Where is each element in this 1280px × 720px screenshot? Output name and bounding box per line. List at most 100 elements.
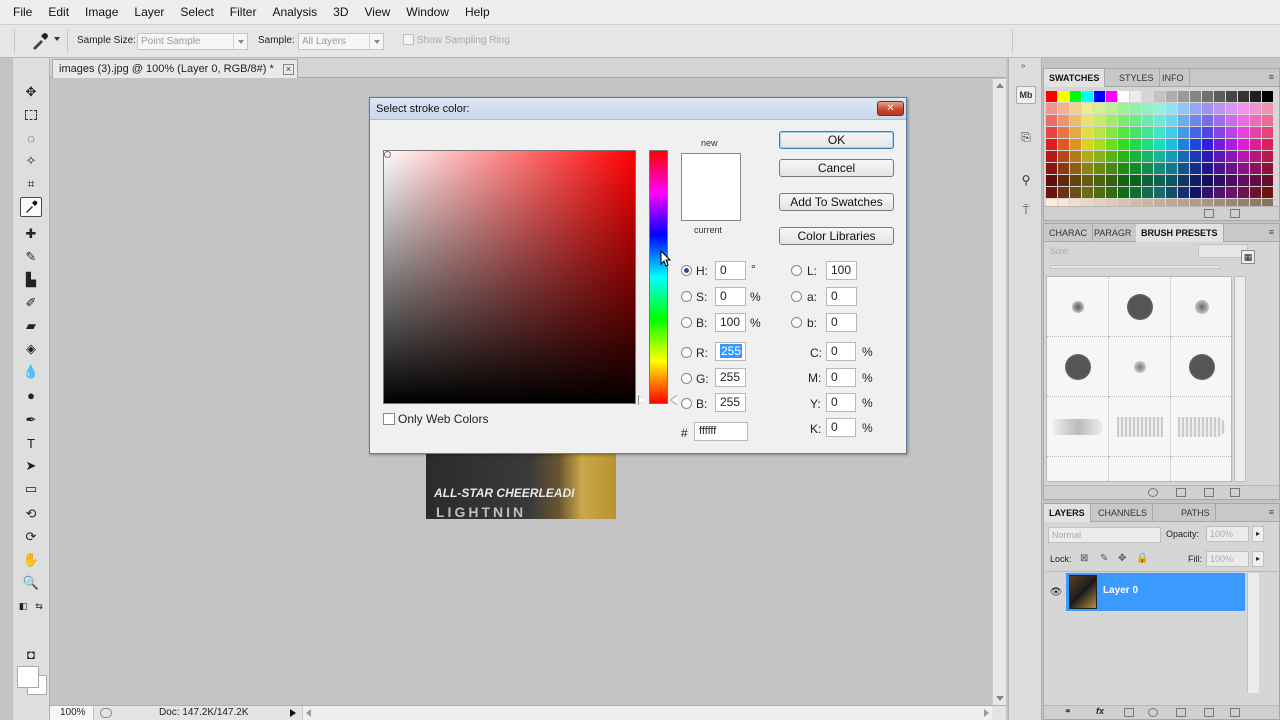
swatch[interactable]: [1190, 115, 1201, 126]
new-swatch-icon[interactable]: [1204, 209, 1214, 218]
delete-layer-icon[interactable]: [1230, 708, 1240, 717]
brush-preset[interactable]: [1171, 337, 1231, 397]
swatch[interactable]: [1070, 115, 1081, 126]
swatch[interactable]: [1250, 151, 1261, 162]
saturation-input[interactable]: 0: [715, 287, 746, 306]
swatch[interactable]: [1166, 187, 1177, 198]
swatch[interactable]: [1178, 187, 1189, 198]
swatch[interactable]: [1082, 91, 1093, 102]
swap-colors-icon[interactable]: ⇆: [33, 596, 45, 616]
hue-radio[interactable]: [681, 265, 692, 276]
swatch[interactable]: [1118, 127, 1129, 138]
swatch[interactable]: [1250, 139, 1261, 150]
swatch[interactable]: [1178, 91, 1189, 102]
swatch[interactable]: [1178, 151, 1189, 162]
swatch[interactable]: [1262, 163, 1273, 174]
swatch[interactable]: [1214, 175, 1225, 186]
menu-3d[interactable]: 3D: [325, 0, 356, 25]
lasso-tool-icon[interactable]: ◌: [20, 128, 42, 148]
swatch[interactable]: [1142, 91, 1153, 102]
clone-source-icon[interactable]: ⚲: [1016, 171, 1036, 189]
document-image[interactable]: ALL-STAR CHEERLEADI LIGHTNIN: [426, 447, 616, 519]
swatch[interactable]: [1130, 91, 1141, 102]
swatch[interactable]: [1130, 163, 1141, 174]
swatch[interactable]: [1070, 127, 1081, 138]
pen-tool-icon[interactable]: ✒: [20, 410, 42, 430]
rectangle-tool-icon[interactable]: ▭: [20, 479, 42, 499]
swatch[interactable]: [1238, 91, 1249, 102]
swatch[interactable]: [1166, 115, 1177, 126]
ok-button[interactable]: OK: [779, 131, 894, 149]
color-libraries-button[interactable]: Color Libraries: [779, 227, 894, 245]
swatch[interactable]: [1190, 139, 1201, 150]
quick-mask-icon[interactable]: ◘: [20, 644, 42, 664]
history-icon[interactable]: ⎘: [1016, 128, 1036, 146]
red-radio[interactable]: [681, 347, 692, 358]
swatch[interactable]: [1142, 187, 1153, 198]
fill-slider-arrow-icon[interactable]: ▸: [1252, 551, 1264, 567]
swatch[interactable]: [1154, 103, 1165, 114]
quick-selection-tool-icon[interactable]: ✧: [20, 151, 42, 171]
foreground-color-swatch[interactable]: [17, 666, 39, 688]
swatch[interactable]: [1082, 163, 1093, 174]
document-tab[interactable]: images (3).jpg @ 100% (Layer 0, RGB/8#) …: [52, 59, 298, 78]
swatch[interactable]: [1154, 175, 1165, 186]
swatch[interactable]: [1046, 175, 1057, 186]
swatch[interactable]: [1190, 175, 1201, 186]
swatch[interactable]: [1106, 175, 1117, 186]
red-input[interactable]: 255: [715, 342, 746, 361]
swatch[interactable]: [1202, 103, 1213, 114]
swatch[interactable]: [1058, 103, 1069, 114]
swatch[interactable]: [1106, 139, 1117, 150]
swatch[interactable]: [1142, 163, 1153, 174]
swatch[interactable]: [1178, 175, 1189, 186]
swatch[interactable]: [1082, 115, 1093, 126]
brightness-radio[interactable]: [681, 317, 692, 328]
brush-panel-toggle-icon[interactable]: ▦: [1241, 250, 1255, 264]
dodge-tool-icon[interactable]: ●: [20, 385, 42, 405]
swatch[interactable]: [1082, 187, 1093, 198]
move-tool-icon[interactable]: ✥: [20, 82, 42, 102]
color-field[interactable]: [383, 150, 636, 404]
swatch[interactable]: [1190, 163, 1201, 174]
delete-swatch-icon[interactable]: [1230, 209, 1240, 218]
brush-preset[interactable]: [1171, 397, 1231, 457]
swatch[interactable]: [1262, 151, 1273, 162]
zoom-level-field[interactable]: 100%: [50, 706, 94, 720]
swatch[interactable]: [1214, 103, 1225, 114]
swatch[interactable]: [1082, 151, 1093, 162]
swatch[interactable]: [1190, 187, 1201, 198]
tab-info[interactable]: INFO: [1157, 69, 1190, 87]
swatch[interactable]: [1094, 103, 1105, 114]
swatch[interactable]: [1070, 91, 1081, 102]
paint-bucket-tool-icon[interactable]: ◈: [20, 339, 42, 359]
swatch[interactable]: [1178, 103, 1189, 114]
menu-view[interactable]: View: [356, 0, 398, 25]
close-icon[interactable]: ×: [283, 64, 294, 75]
swatch[interactable]: [1214, 151, 1225, 162]
swatch[interactable]: [1142, 175, 1153, 186]
hue-slider-left-arrow-icon[interactable]: [639, 396, 645, 404]
swatch[interactable]: [1202, 187, 1213, 198]
cancel-button[interactable]: Cancel: [779, 159, 894, 177]
swatch[interactable]: [1118, 103, 1129, 114]
swatch[interactable]: [1262, 127, 1273, 138]
brush-tool-icon[interactable]: ✎: [20, 247, 42, 267]
swatch[interactable]: [1250, 163, 1261, 174]
lock-transparent-icon[interactable]: ⊠: [1080, 553, 1088, 564]
swatch[interactable]: [1118, 175, 1129, 186]
saturation-radio[interactable]: [681, 291, 692, 302]
tool-presets-icon[interactable]: ⍑: [1016, 201, 1036, 219]
brush-preset[interactable]: [1109, 457, 1171, 481]
current-color-swatch[interactable]: [682, 187, 740, 220]
swatch[interactable]: [1094, 187, 1105, 198]
swatch[interactable]: [1202, 163, 1213, 174]
lightness-radio[interactable]: [791, 265, 802, 276]
canvas-horizontal-scrollbar[interactable]: [302, 706, 992, 720]
expand-panels-icon[interactable]: »: [1021, 61, 1025, 70]
swatch[interactable]: [1262, 103, 1273, 114]
brush-grid-icon[interactable]: [1176, 488, 1186, 497]
layer-style-icon[interactable]: fx: [1096, 706, 1104, 716]
swatch[interactable]: [1058, 163, 1069, 174]
swatch[interactable]: [1262, 175, 1273, 186]
